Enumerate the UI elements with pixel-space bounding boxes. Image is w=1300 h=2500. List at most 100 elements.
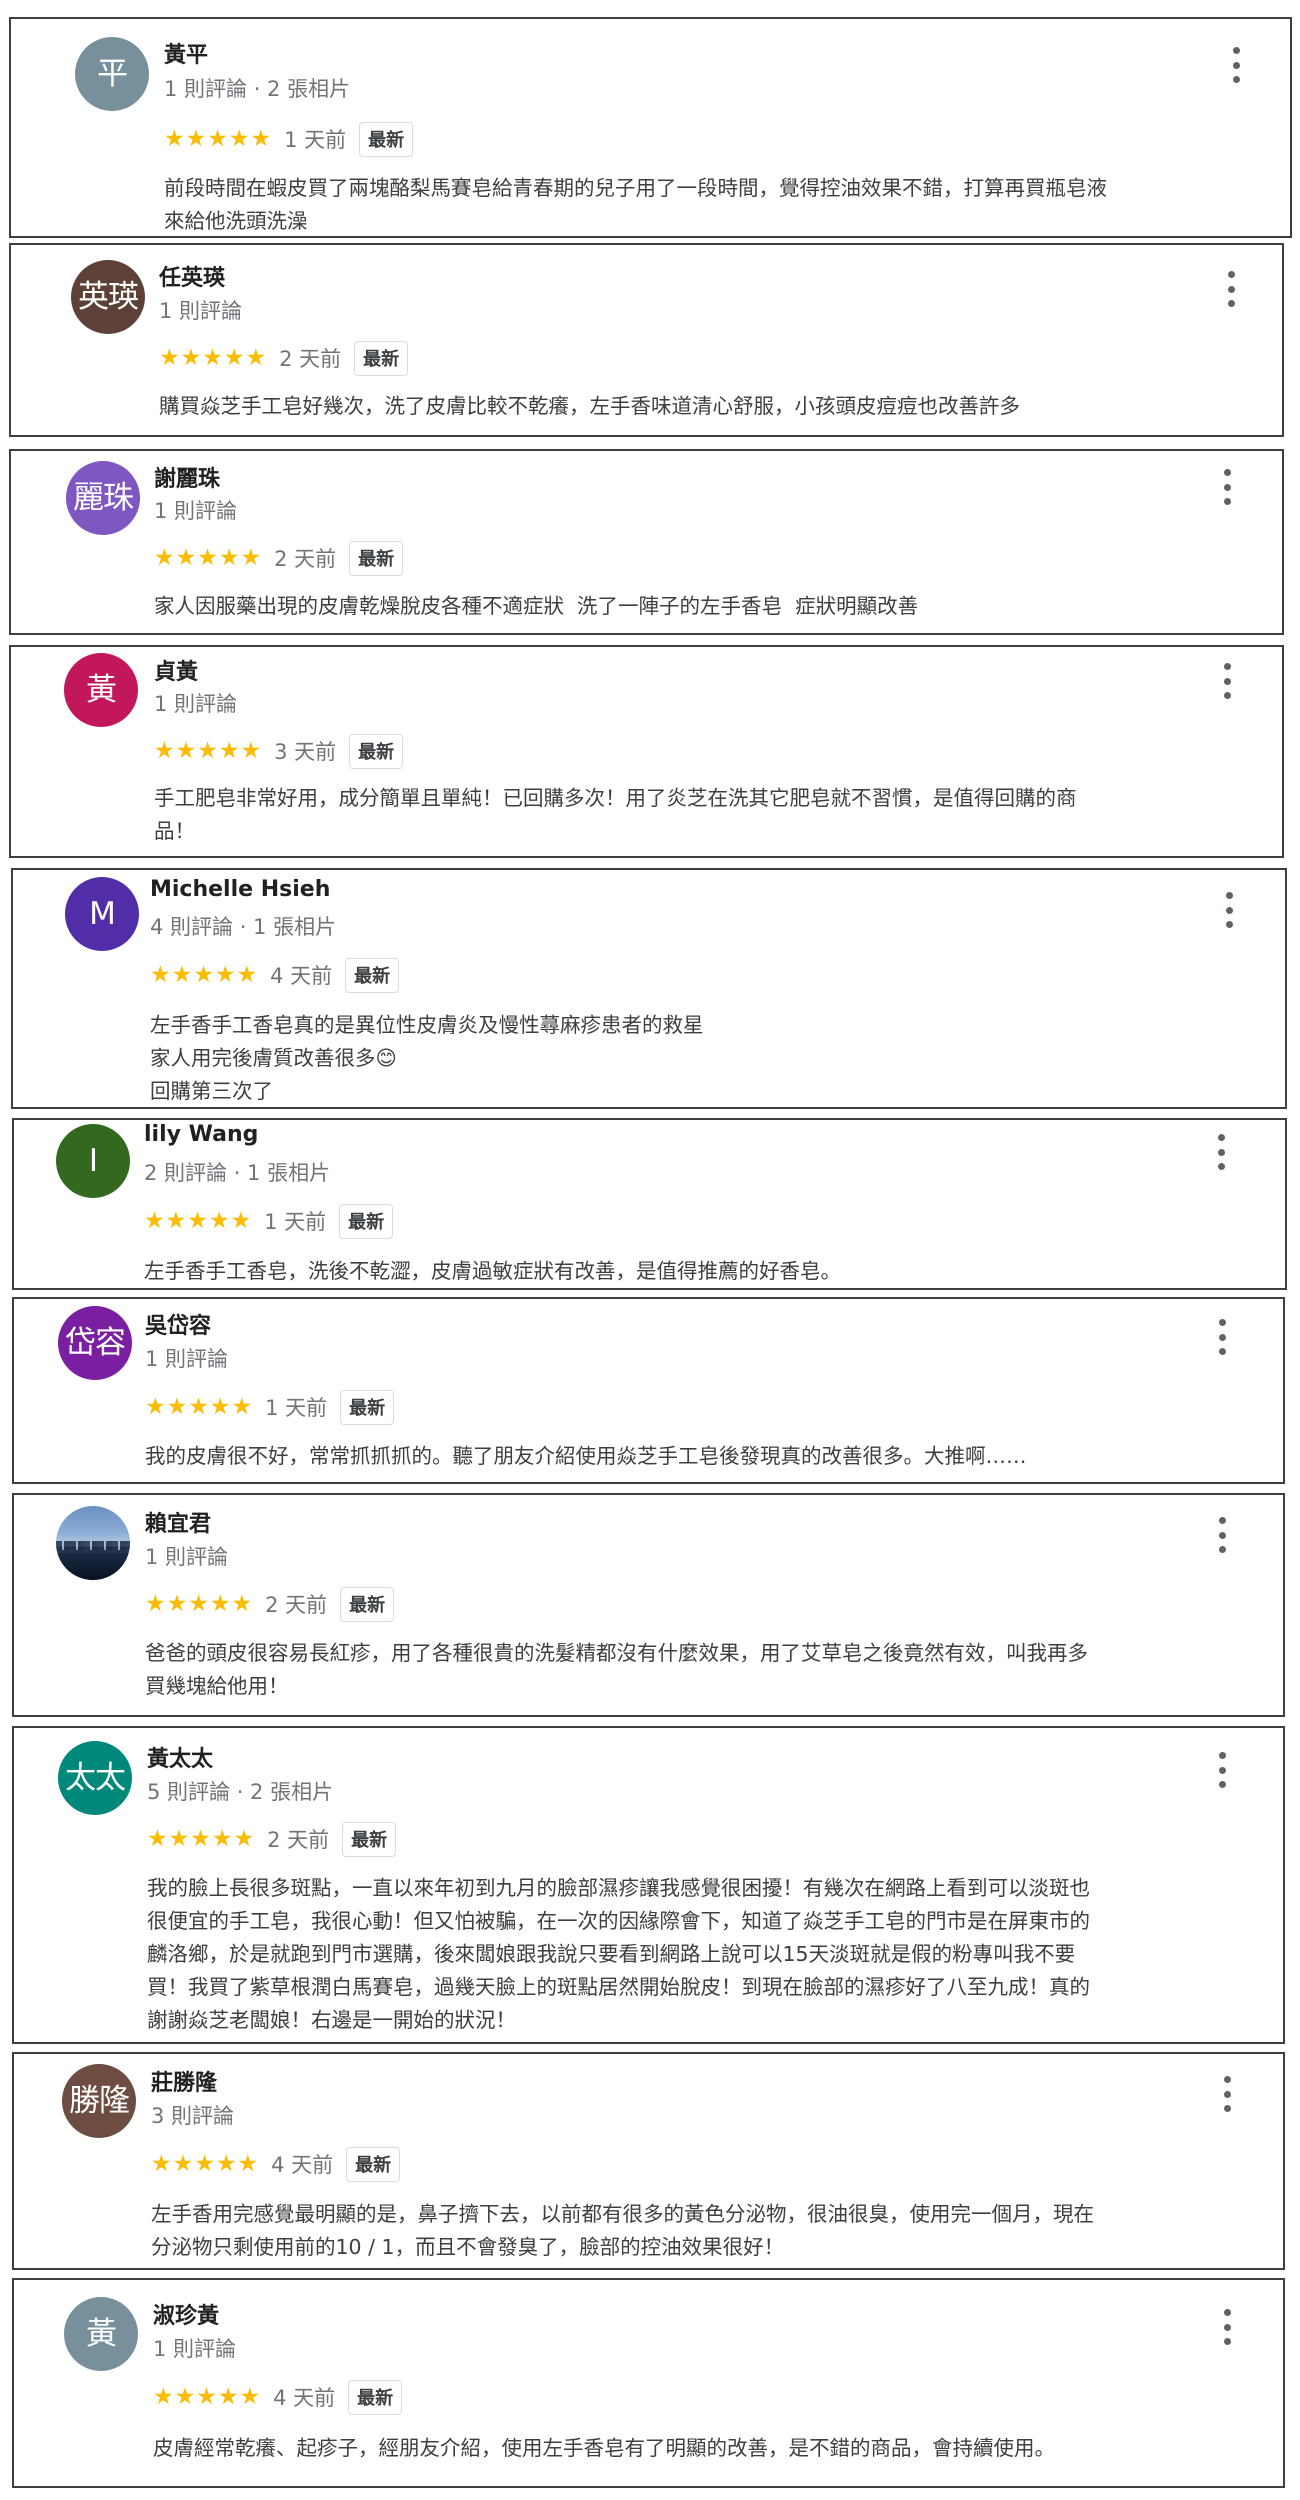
more-options-icon[interactable] — [1217, 2309, 1237, 2345]
avatar: M — [65, 877, 139, 951]
review-meta: 1 則評論 — [153, 2337, 237, 2361]
rating-line: ★★★★★ 4 天前 最新 — [150, 957, 400, 993]
review-card: 勝隆 莊勝隆 3 則評論 ★★★★★ 4 天前 最新 左手香用完感覺最明顯的是，… — [12, 2052, 1285, 2270]
star-rating: ★★★★★ — [150, 961, 259, 988]
review-meta: 1 則評論 · 2 張相片 — [164, 77, 351, 101]
review-date: 4 天前 — [271, 2153, 334, 2177]
review-text: 購買焱芝手工皂好幾次，洗了皮膚比較不乾癢，左手香味道清心舒服，小孩頭皮痘痘也改善… — [159, 394, 1020, 418]
more-options-icon[interactable] — [1217, 2076, 1237, 2112]
review-card: I lily Wang 2 則評論 · 1 張相片 ★★★★★ 1 天前 最新 … — [12, 1118, 1287, 1290]
newest-badge: 最新 — [342, 1821, 397, 1857]
review-date: 2 天前 — [274, 547, 337, 571]
review-date: 1 天前 — [284, 128, 347, 152]
avatar: 岱容 — [58, 1306, 132, 1380]
more-options-icon[interactable] — [1217, 663, 1237, 699]
more-options-icon[interactable] — [1211, 1134, 1231, 1170]
author-name[interactable]: 任英瑛 — [159, 260, 225, 292]
review-date: 4 天前 — [270, 964, 333, 988]
review-text: 左手香手工香皂，洗後不乾澀，皮膚過敏症狀有改善，是值得推薦的好香皂。 — [144, 1259, 841, 1283]
author-name[interactable]: lily Wang — [144, 1122, 258, 1147]
review-meta: 1 則評論 — [154, 499, 238, 523]
author-name[interactable]: 黃平 — [164, 37, 208, 69]
author-name[interactable]: 吳岱容 — [145, 1308, 211, 1340]
star-rating: ★★★★★ — [147, 1825, 256, 1852]
author-name[interactable]: 賴宜君 — [145, 1506, 211, 1538]
review-card: 太太 黃太太 5 則評論 · 2 張相片 ★★★★★ 2 天前 最新 我的臉上長… — [12, 1726, 1285, 2044]
avatar: 麗珠 — [66, 461, 140, 535]
review-text: 前段時間在蝦皮買了兩塊酪梨馬賽皂給青春期的兒子用了一段時間，覺得控油效果不錯，打… — [164, 176, 1107, 233]
review-card: 賴宜君 1 則評論 ★★★★★ 2 天前 最新 爸爸的頭皮很容易長紅疹，用了各種… — [12, 1493, 1285, 1717]
review-meta: 4 則評論 · 1 張相片 — [150, 915, 337, 939]
newest-badge: 最新 — [349, 540, 404, 576]
author-name[interactable]: 貞黃 — [154, 654, 198, 686]
avatar: I — [56, 1124, 130, 1198]
review-date: 4 天前 — [273, 2386, 336, 2410]
more-options-icon[interactable] — [1221, 271, 1241, 307]
review-card: 黃 貞黃 1 則評論 ★★★★★ 3 天前 最新 手工肥皂非常好用，成分簡單且單… — [9, 645, 1284, 858]
avatar: 勝隆 — [62, 2064, 136, 2138]
review-meta: 1 則評論 — [145, 1545, 229, 1569]
avatar — [56, 1506, 130, 1580]
rating-line: ★★★★★ 1 天前 最新 — [144, 1203, 394, 1239]
rating-line: ★★★★★ 1 天前 最新 — [145, 1389, 395, 1425]
review-text: 手工肥皂非常好用，成分簡單且單純！已回購多次！用了炎芝在洗其它肥皂就不習慣，是值… — [154, 786, 1077, 843]
more-options-icon[interactable] — [1226, 47, 1246, 83]
star-rating: ★★★★★ — [164, 125, 273, 152]
author-name[interactable]: 謝麗珠 — [154, 461, 220, 493]
rating-line: ★★★★★ 2 天前 最新 — [159, 340, 409, 376]
review-date: 1 天前 — [265, 1396, 328, 1420]
newest-badge: 最新 — [359, 121, 414, 157]
review-text: 我的皮膚很不好，常常抓抓抓的。聽了朋友介紹使用焱芝手工皂後發現真的改善很多。大推… — [145, 1444, 1027, 1468]
review-date: 2 天前 — [265, 1593, 328, 1617]
star-rating: ★★★★★ — [145, 1590, 254, 1617]
avatar: 太太 — [58, 1741, 132, 1815]
star-rating: ★★★★★ — [154, 737, 263, 764]
newest-badge: 最新 — [349, 733, 404, 769]
avatar: 英瑛 — [71, 260, 145, 334]
author-name[interactable]: 莊勝隆 — [151, 2065, 217, 2097]
review-date: 3 天前 — [274, 740, 337, 764]
author-name[interactable]: 黃太太 — [147, 1741, 213, 1773]
star-rating: ★★★★★ — [145, 1393, 254, 1420]
avatar: 黃 — [64, 653, 138, 727]
review-text: 左手香手工香皂真的是異位性皮膚炎及慢性蕁麻疹患者的救星 家人用完後膚質改善很多😊… — [150, 1013, 704, 1103]
review-text: 左手香用完感覺最明顯的是，鼻子擠下去，以前都有很多的黃色分泌物，很油很臭，使用完… — [151, 2202, 1094, 2259]
review-card: 英瑛 任英瑛 1 則評論 ★★★★★ 2 天前 最新 購買焱芝手工皂好幾次，洗了… — [9, 243, 1284, 437]
newest-badge: 最新 — [339, 1203, 394, 1239]
more-options-icon[interactable] — [1217, 469, 1237, 505]
rating-line: ★★★★★ 2 天前 最新 — [147, 1821, 397, 1857]
star-rating: ★★★★★ — [144, 1207, 253, 1234]
author-name[interactable]: 淑珍黃 — [153, 2298, 219, 2330]
rating-line: ★★★★★ 3 天前 最新 — [154, 733, 404, 769]
avatar: 黃 — [64, 2297, 138, 2371]
review-meta: 5 則評論 · 2 張相片 — [147, 1780, 334, 1804]
review-meta: 3 則評論 — [151, 2104, 235, 2128]
rating-line: ★★★★★ 4 天前 最新 — [151, 2146, 401, 2182]
newest-badge: 最新 — [348, 2379, 403, 2415]
rating-line: ★★★★★ 1 天前 最新 — [164, 121, 414, 157]
more-options-icon[interactable] — [1219, 892, 1239, 928]
newest-badge: 最新 — [340, 1586, 395, 1622]
author-name[interactable]: Michelle Hsieh — [150, 877, 330, 902]
review-date: 2 天前 — [279, 347, 342, 371]
review-meta: 1 則評論 — [154, 692, 238, 716]
newest-badge: 最新 — [340, 1389, 395, 1425]
review-meta: 1 則評論 — [145, 1347, 229, 1371]
rating-line: ★★★★★ 2 天前 最新 — [154, 540, 404, 576]
star-rating: ★★★★★ — [151, 2150, 260, 2177]
avatar: 平 — [75, 37, 149, 111]
review-date: 2 天前 — [267, 1828, 330, 1852]
more-options-icon[interactable] — [1212, 1319, 1232, 1355]
review-card: 平 黃平 1 則評論 · 2 張相片 ★★★★★ 1 天前 最新 前段時間在蝦皮… — [9, 17, 1292, 238]
review-meta: 2 則評論 · 1 張相片 — [144, 1161, 331, 1185]
more-options-icon[interactable] — [1212, 1517, 1232, 1553]
review-meta: 1 則評論 — [159, 299, 243, 323]
review-date: 1 天前 — [264, 1210, 327, 1234]
review-text: 我的臉上長很多斑點，一直以來年初到九月的臉部濕疹讓我感覺很困擾！有幾次在網路上看… — [147, 1876, 1090, 2032]
more-options-icon[interactable] — [1212, 1752, 1232, 1788]
star-rating: ★★★★★ — [153, 2383, 262, 2410]
review-text: 家人因服藥出現的皮膚乾燥脫皮各種不適症狀 洗了一陣子的左手香皂 症狀明顯改善 — [154, 594, 919, 618]
review-text: 皮膚經常乾癢、起疹子，經朋友介紹，使用左手香皂有了明顯的改善，是不錯的商品，會持… — [153, 2436, 1055, 2460]
review-text: 爸爸的頭皮很容易長紅疹，用了各種很貴的洗髮精都沒有什麼效果，用了艾草皂之後竟然有… — [145, 1641, 1088, 1698]
review-card: M Michelle Hsieh 4 則評論 · 1 張相片 ★★★★★ 4 天… — [11, 868, 1287, 1109]
